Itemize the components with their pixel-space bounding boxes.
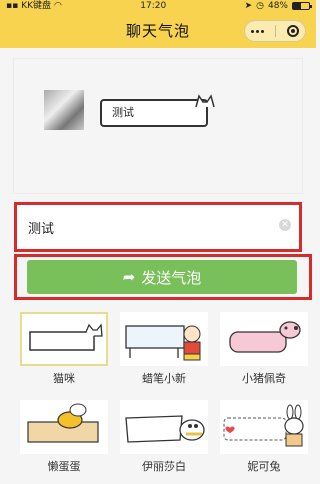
cat-ear-icon: [195, 94, 215, 108]
battery-icon: [291, 2, 312, 10]
style-item-crayon-shinchan[interactable]: 蜡笔小新: [120, 312, 208, 386]
style-item-elizabeth[interactable]: 伊丽莎白: [120, 400, 208, 474]
elizabeth-bubble-icon: [125, 415, 205, 443]
status-bar: ▪▪ KK键盘 ◠ 17:20 ➤ ◷ 48%: [0, 0, 316, 12]
style-label-crayon-shinchan: 蜡笔小新: [142, 372, 186, 385]
style-thumb-cat: [20, 312, 108, 366]
avatar: [44, 90, 84, 130]
send-button-label: 发送气泡: [141, 268, 202, 287]
carrier-label: KK键盘: [21, 1, 52, 11]
input-highlight-frame: 测试 ✕: [14, 202, 302, 252]
clock: 17:20: [140, 1, 167, 11]
share-arrow-icon: ➦: [122, 268, 136, 286]
capsule-divider: [274, 25, 276, 37]
message-input-value: 测试: [28, 221, 55, 237]
wifi-icon: ◠: [54, 1, 62, 11]
page-title: 聊天气泡: [125, 21, 190, 40]
cat-bubble-icon: [29, 323, 103, 351]
battery-percent: 48%: [267, 1, 288, 11]
style-label-peppa: 小猪佩奇: [242, 372, 286, 385]
status-left: ▪▪ KK键盘 ◠: [6, 0, 62, 12]
status-right: ➤ ◷ 48%: [244, 0, 312, 12]
signal-icon: ▪▪: [6, 1, 19, 11]
style-item-gudetama[interactable]: 懒蛋蛋: [20, 400, 108, 474]
rabbit-bubble-icon: [223, 404, 304, 447]
send-highlight-frame: ➦ 发送气泡: [14, 254, 312, 300]
style-label-nick-rabbit: 妮可兔: [247, 460, 281, 473]
style-label-cat: 猫咪: [53, 372, 75, 385]
battery-fill: [292, 3, 301, 9]
shinchan-bubble-icon: [125, 325, 201, 361]
style-label-elizabeth: 伊丽莎白: [142, 460, 186, 473]
style-thumb-elizabeth: [120, 400, 208, 454]
nav-bar: 聊天气泡: [0, 12, 316, 48]
style-thumb-gudetama: [20, 400, 108, 454]
style-thumb-peppa: [220, 312, 308, 366]
send-bubble-button[interactable]: ➦ 发送气泡: [27, 260, 297, 294]
location-icon: ➤: [244, 1, 253, 11]
chat-bubble: 测试: [100, 94, 215, 127]
clear-icon[interactable]: ✕: [279, 219, 291, 231]
bubble-text: 测试: [112, 106, 134, 119]
style-thumb-nick-rabbit: [220, 400, 308, 454]
more-icon[interactable]: [250, 29, 264, 33]
bubble-preview: 测试: [13, 58, 303, 194]
message-input[interactable]: 测试: [20, 208, 296, 246]
peppa-bubble-icon: [229, 321, 301, 353]
close-miniprogram-icon[interactable]: [287, 25, 300, 37]
style-label-gudetama: 懒蛋蛋: [47, 460, 81, 473]
gudetama-bubble-icon: [27, 403, 99, 443]
top-header: ▪▪ KK键盘 ◠ 17:20 ➤ ◷ 48% 聊天气泡: [0, 0, 316, 48]
style-item-peppa[interactable]: 小猪佩奇: [220, 312, 308, 386]
style-item-nick-rabbit[interactable]: 妮可兔: [220, 400, 308, 474]
alarm-icon: ◷: [256, 1, 264, 11]
style-item-cat[interactable]: 猫咪: [20, 312, 108, 386]
miniprogram-capsule: [244, 20, 306, 42]
style-thumb-crayon-shinchan: [120, 312, 208, 366]
